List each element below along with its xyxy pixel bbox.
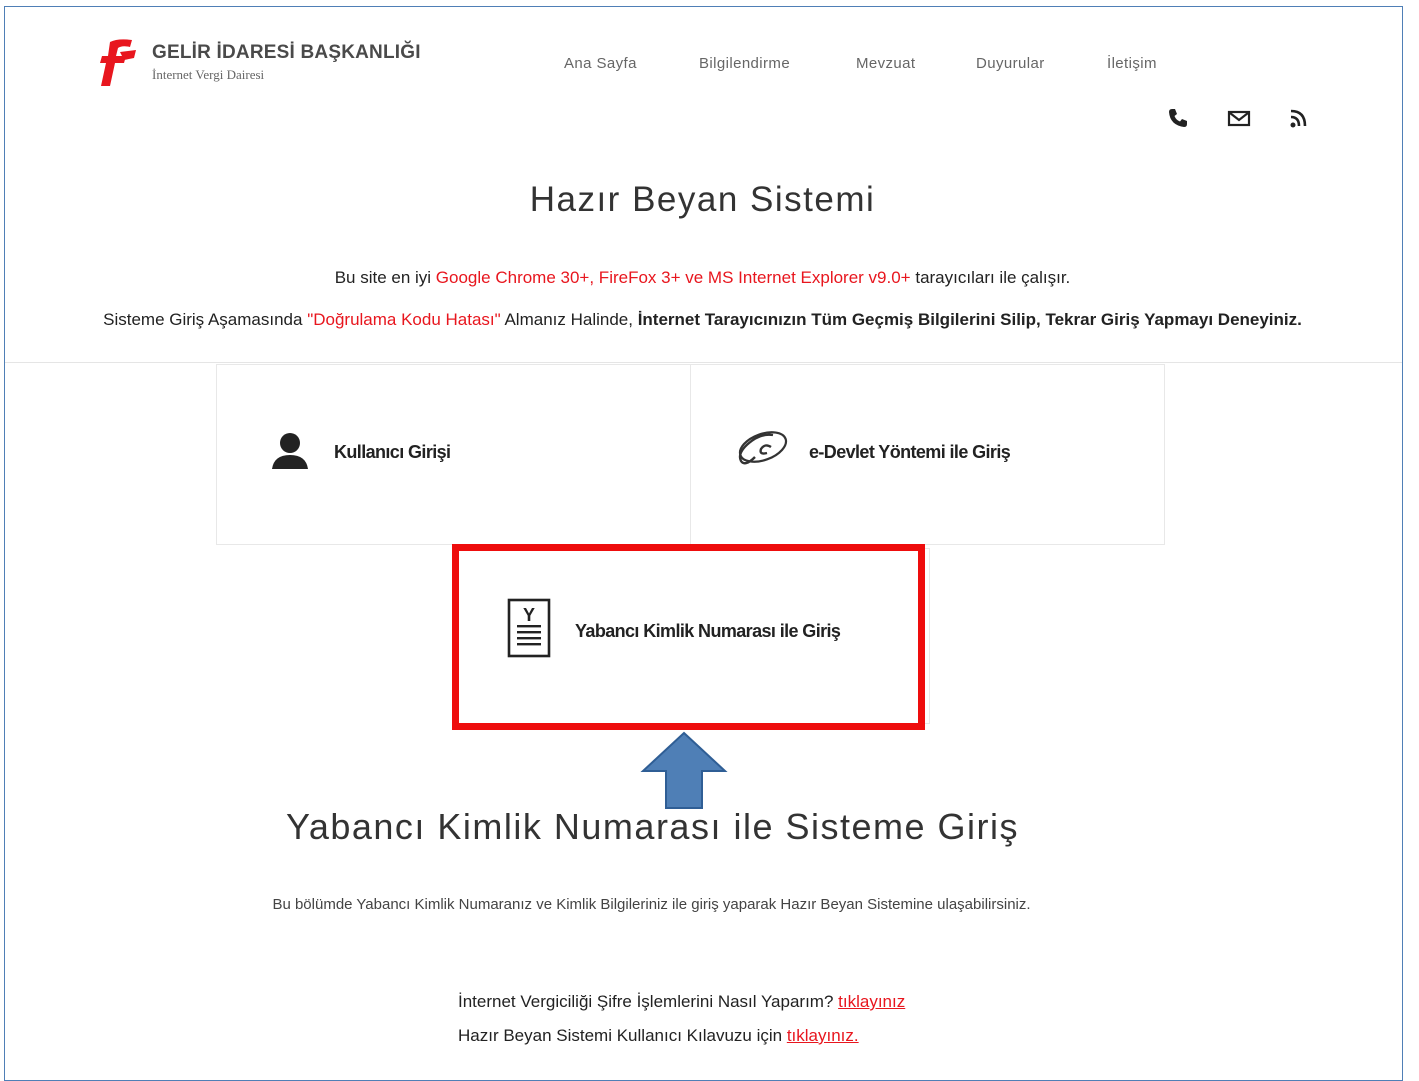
- logo-title: GELİR İDARESİ BAŞKANLIĞI: [152, 42, 421, 63]
- site-logo[interactable]: GELİR İDARESİ BAŞKANLIĞI İnternet Vergi …: [96, 36, 476, 92]
- header-divider: [5, 362, 1402, 363]
- nav-bilgilendirme[interactable]: Bilgilendirme: [699, 55, 790, 72]
- page-title: Hazır Beyan Sistemi: [529, 180, 876, 219]
- browser-notice-post: tarayıcıları ile çalışır.: [910, 268, 1071, 287]
- edevlet-login-label: e-Devlet Yöntemi ile Giriş: [809, 442, 1011, 462]
- captcha-notice-advice: İnternet Tarayıcınızın Tüm Geçmiş Bilgil…: [637, 310, 1302, 329]
- highlight-box: [452, 544, 925, 730]
- logo-subtitle: İnternet Vergi Dairesi: [152, 67, 265, 82]
- gib-logo-icon: [100, 39, 136, 86]
- captcha-notice: Sisteme Giriş Aşamasında "Doğrulama Kodu…: [0, 310, 1405, 330]
- phone-icon[interactable]: [1166, 106, 1190, 135]
- section-title: Yabancı Kimlik Numarası ile Sisteme Giri…: [285, 806, 1020, 847]
- edevlet-icon: [738, 431, 788, 465]
- user-icon: [272, 433, 308, 469]
- rss-icon[interactable]: [1288, 106, 1312, 135]
- mail-icon[interactable]: [1226, 106, 1252, 135]
- captcha-notice-pre: Sisteme Giriş Aşamasında: [103, 310, 308, 329]
- browser-notice: Bu site en iyi Google Chrome 30+, FireFo…: [0, 268, 1405, 288]
- nav-iletisim[interactable]: İletişim: [1107, 55, 1157, 72]
- password-help-text: İnternet Vergiciliği Şifre İşlemlerini N…: [458, 992, 839, 1011]
- user-guide-link[interactable]: tıklayınız.: [787, 1026, 859, 1045]
- nav-duyurular[interactable]: Duyurular: [976, 55, 1045, 72]
- arrow-up-icon: [640, 731, 728, 809]
- browser-notice-pre: Bu site en iyi: [334, 268, 436, 287]
- browser-notice-browsers: Google Chrome 30+, FireFox 3+ ve MS Inte…: [435, 268, 911, 287]
- nav-ana-sayfa[interactable]: Ana Sayfa: [564, 55, 637, 72]
- section-description: Bu bölümde Yabancı Kimlik Numaranız ve K…: [272, 896, 1031, 913]
- user-guide-help: Hazır Beyan Sistemi Kullanıcı Kılavuzu i…: [458, 1026, 859, 1046]
- edevlet-login-panel[interactable]: e-Devlet Yöntemi ile Giriş: [690, 364, 1165, 545]
- password-help: İnternet Vergiciliği Şifre İşlemlerini N…: [458, 992, 905, 1012]
- contact-icons: [1166, 106, 1326, 132]
- password-help-link[interactable]: tıklayınız: [838, 992, 905, 1011]
- user-login-label: Kullanıcı Girişi: [334, 442, 451, 462]
- nav-mevzuat[interactable]: Mevzuat: [856, 55, 916, 72]
- user-login-panel[interactable]: Kullanıcı Girişi: [216, 364, 691, 545]
- user-guide-help-text: Hazır Beyan Sistemi Kullanıcı Kılavuzu i…: [458, 1026, 787, 1045]
- captcha-notice-mid: Almanız Halinde,: [500, 310, 638, 329]
- captcha-notice-error: "Doğrulama Kodu Hatası": [307, 310, 501, 329]
